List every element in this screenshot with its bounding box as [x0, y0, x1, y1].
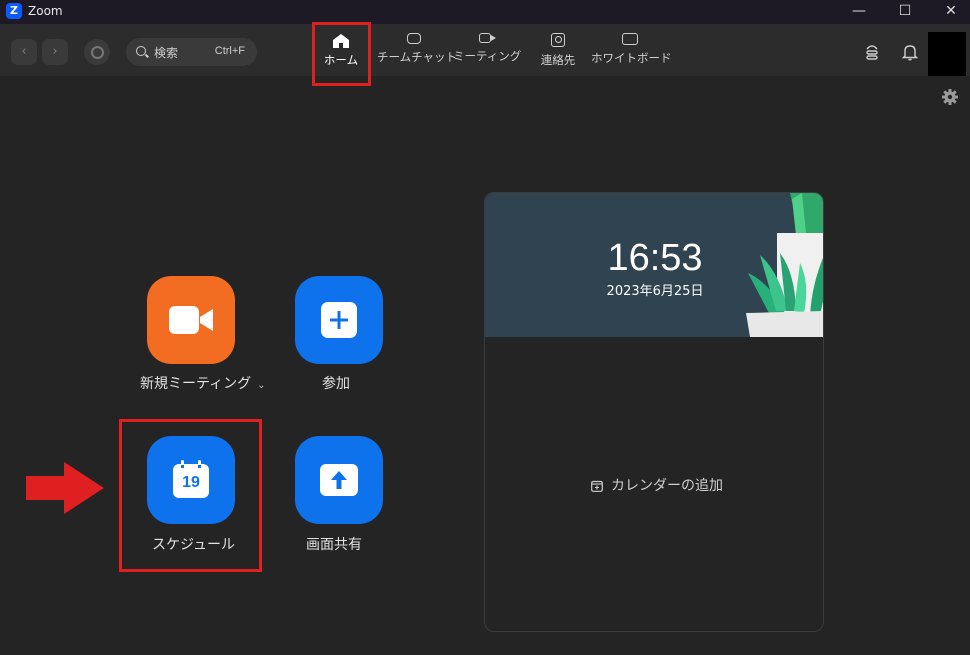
back-button[interactable]: ‹ [11, 39, 37, 65]
maximize-button[interactable]: ☐ [882, 0, 928, 24]
forward-button[interactable]: › [42, 39, 68, 65]
new-meeting-label[interactable]: 新規ミーティング ⌄ [140, 373, 266, 393]
tab-label: ミーティング [453, 49, 522, 63]
calendar-icon: 19 [172, 459, 210, 499]
tab-contacts[interactable]: 連絡先 [535, 33, 581, 73]
calendar-add-icon [591, 480, 603, 496]
bell-icon[interactable] [901, 43, 919, 65]
clock-time: 16:53 [607, 237, 703, 279]
chat-icon [407, 33, 421, 44]
avatar[interactable] [928, 32, 966, 76]
share-screen-button[interactable] [295, 436, 383, 524]
whiteboard-icon [622, 33, 638, 45]
search-placeholder: 検索 [154, 46, 179, 60]
tab-label: 連絡先 [540, 53, 576, 67]
title-bar: Z Zoom — ☐ ✕ [0, 0, 970, 24]
share-screen-label[interactable]: 画面共有 [306, 534, 362, 554]
clock-banner: 16:53 2023年6月25日 [485, 193, 823, 337]
join-button[interactable] [295, 276, 383, 364]
search-input[interactable]: 検索 Ctrl+F [126, 38, 257, 66]
schedule-label[interactable]: スケジュール [152, 534, 235, 554]
schedule-button[interactable]: 19 [147, 436, 235, 524]
tab-label: ホワイトボード [591, 51, 672, 65]
plus-icon [321, 302, 357, 342]
window-title: Zoom [28, 4, 63, 18]
new-meeting-text: 新規ミーティング [140, 376, 252, 392]
add-calendar-link[interactable]: カレンダーの追加 [591, 475, 723, 496]
arrow-right-icon [26, 462, 104, 518]
tab-team-chat[interactable]: チームチャット [377, 33, 458, 73]
contacts-icon [551, 33, 565, 47]
video-icon [479, 33, 496, 43]
calendar-card: 16:53 2023年6月25日 カレンダーの追加 [484, 192, 824, 632]
video-camera-icon [169, 306, 215, 338]
zoom-logo-icon: Z [6, 3, 22, 19]
gear-icon[interactable] [941, 88, 959, 106]
home-tab-highlight [312, 22, 371, 86]
share-arrow-up-icon [320, 464, 358, 500]
add-calendar-text: カレンダーの追加 [611, 478, 723, 494]
chevron-down-icon[interactable]: ⌄ [257, 380, 265, 391]
new-meeting-button[interactable] [147, 276, 235, 364]
minimize-button[interactable]: — [836, 0, 882, 24]
tab-whiteboard[interactable]: ホワイトボード [591, 33, 672, 73]
search-shortcut: Ctrl+F [214, 45, 245, 57]
calendar-day: 19 [182, 474, 200, 491]
tab-meetings[interactable]: ミーティング [453, 33, 522, 73]
search-icon [136, 46, 146, 56]
close-button[interactable]: ✕ [928, 0, 970, 24]
join-label[interactable]: 参加 [322, 373, 350, 393]
clock-date: 2023年6月25日 [606, 284, 704, 299]
history-icon[interactable] [84, 39, 110, 65]
main-toolbar: ‹ › 検索 Ctrl+F ホーム チームチャット ミーティング 連絡先 ホワイ… [0, 24, 970, 76]
headset-icon[interactable] [864, 43, 880, 65]
tab-label: チームチャット [377, 50, 458, 64]
